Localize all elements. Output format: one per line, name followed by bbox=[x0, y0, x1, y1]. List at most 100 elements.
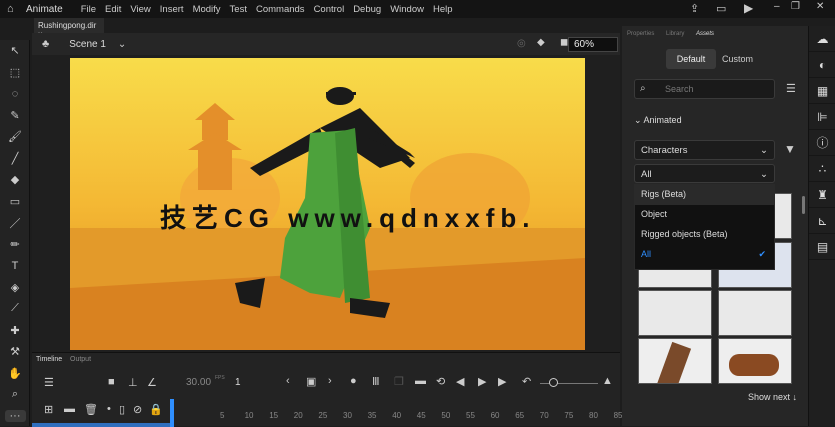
menu-file[interactable]: File bbox=[81, 4, 96, 15]
tab-output[interactable]: Output bbox=[70, 356, 91, 363]
asset-thumbnail[interactable] bbox=[718, 338, 792, 384]
ruler-tick-label: 55 bbox=[466, 411, 475, 420]
asset-thumbnail[interactable] bbox=[638, 338, 712, 384]
eyedropper-icon[interactable]: ⟋ bbox=[0, 298, 30, 320]
publish-icon[interactable]: ⇪ bbox=[690, 2, 699, 15]
frame-ruler[interactable]: 510152025303540455055606570758085 bbox=[174, 353, 620, 427]
delete-icon[interactable]: 🗑 bbox=[84, 403, 98, 416]
restore-button[interactable]: ❐ bbox=[791, 1, 800, 12]
pen-icon[interactable]: ✎ bbox=[0, 105, 30, 127]
paint-brush-icon[interactable]: ╱ bbox=[0, 148, 30, 170]
scrollbar[interactable] bbox=[802, 196, 805, 214]
dropdown-item-all[interactable]: All✔ bbox=[635, 245, 774, 265]
code-snippets-icon[interactable]: ▤ bbox=[809, 234, 835, 260]
search-placeholder: Search bbox=[665, 84, 694, 94]
minimize-button[interactable]: – bbox=[774, 1, 780, 12]
eraser-icon[interactable]: ◆ bbox=[0, 169, 30, 191]
dropdown-item-rigs[interactable]: Rigs (Beta) bbox=[635, 185, 774, 205]
scene-chevron-icon[interactable]: ⌄ bbox=[118, 39, 126, 50]
rectangle-icon[interactable]: ▭ bbox=[0, 191, 30, 213]
paint-bucket-icon[interactable]: ◈ bbox=[0, 277, 30, 299]
info-icon[interactable]: ⓘ bbox=[809, 130, 835, 156]
document-tab[interactable]: Rushingpong.dir × bbox=[34, 18, 104, 33]
motion-editor-icon[interactable]: ⊾ bbox=[809, 208, 835, 234]
filter-select[interactable]: All⌄ bbox=[634, 164, 775, 183]
section-label: Animated bbox=[644, 115, 682, 125]
app-name: Animate bbox=[26, 4, 63, 15]
search-input[interactable]: ⌕ Search bbox=[634, 79, 775, 99]
dropdown-item-object[interactable]: Object bbox=[635, 205, 774, 225]
tab-properties[interactable]: Properties bbox=[627, 31, 654, 37]
zoom-icon[interactable]: ⌕ bbox=[0, 384, 30, 406]
panel-layout-icon[interactable]: ▭ bbox=[716, 2, 726, 15]
menu-control[interactable]: Control bbox=[314, 4, 345, 15]
snap-icon[interactable]: ◎ bbox=[517, 38, 526, 49]
camera-icon[interactable]: ■ bbox=[108, 376, 115, 388]
line-icon[interactable]: ／ bbox=[0, 212, 30, 234]
transform-icon[interactable]: ♜ bbox=[809, 182, 835, 208]
menu-test[interactable]: Test bbox=[230, 4, 247, 15]
dropdown-item-rigged-objects[interactable]: Rigged objects (Beta) bbox=[635, 225, 774, 245]
assets-icon[interactable]: ☁ bbox=[809, 26, 835, 52]
menubar: ⌂ Animate File Edit View Insert Modify T… bbox=[0, 0, 835, 18]
pin-icon[interactable]: ✚ bbox=[0, 320, 30, 342]
stage-canvas[interactable]: 技艺CG www.qdnxxfb. bbox=[70, 58, 585, 350]
brush-icon[interactable]: 🖌 bbox=[0, 126, 30, 148]
pencil-icon[interactable]: ✏ bbox=[0, 234, 30, 256]
menu-help[interactable]: Help bbox=[433, 4, 453, 15]
home-icon[interactable]: ⌂ bbox=[7, 3, 14, 15]
menu-modify[interactable]: Modify bbox=[193, 4, 221, 15]
menu-insert[interactable]: Insert bbox=[160, 4, 184, 15]
list-view-icon[interactable]: ☰ bbox=[786, 82, 796, 95]
bone-icon[interactable]: ⚒ bbox=[0, 341, 30, 363]
menu-edit[interactable]: Edit bbox=[105, 4, 121, 15]
tab-library[interactable]: Library bbox=[666, 31, 684, 37]
asset-thumbnail[interactable] bbox=[718, 290, 792, 336]
motion-icon[interactable]: ∴ bbox=[809, 156, 835, 182]
dropdown-item-all-label: All bbox=[641, 249, 651, 259]
color-icon[interactable]: ◐ bbox=[809, 52, 835, 78]
animated-section[interactable]: ⌄ Animated bbox=[634, 115, 682, 126]
test-movie-icon[interactable]: ▶ bbox=[744, 1, 753, 15]
asset-thumbnail[interactable] bbox=[638, 290, 712, 336]
category-select[interactable]: Characters⌄ bbox=[634, 140, 775, 160]
layer-parenting-icon[interactable]: ⊥ bbox=[128, 376, 138, 389]
align-icon[interactable]: ⊫ bbox=[809, 104, 835, 130]
tab-timeline[interactable]: Timeline bbox=[36, 356, 62, 363]
layer-row[interactable] bbox=[32, 423, 170, 427]
graph-icon[interactable]: ∠ bbox=[147, 376, 157, 389]
more-tools-button[interactable]: ··· bbox=[0, 406, 30, 427]
close-button[interactable]: ✕ bbox=[816, 1, 824, 12]
default-toggle[interactable]: Default bbox=[666, 49, 716, 69]
menu-debug[interactable]: Debug bbox=[353, 4, 381, 15]
lock-icon[interactable]: 🔒 bbox=[149, 403, 163, 416]
outline-icon[interactable]: ▯ bbox=[119, 403, 125, 416]
tab-assets[interactable]: Assets bbox=[696, 31, 714, 37]
lasso-icon[interactable]: ◌ bbox=[0, 83, 30, 105]
visibility-icon[interactable]: ⊘ bbox=[133, 403, 142, 416]
new-layer-icon[interactable]: ⊞ bbox=[44, 403, 53, 416]
custom-toggle[interactable]: Custom bbox=[722, 54, 753, 64]
text-tool-icon[interactable]: T bbox=[0, 255, 30, 277]
menu-window[interactable]: Window bbox=[390, 4, 424, 15]
show-next-link[interactable]: Show next ↓ bbox=[748, 392, 797, 402]
ruler-tick-label: 30 bbox=[343, 411, 352, 420]
hand-icon[interactable]: ✋ bbox=[0, 363, 30, 385]
zoom-input[interactable]: 60% bbox=[568, 37, 618, 52]
document-tab-label: Rushingpong.dir bbox=[38, 21, 96, 30]
menu-commands[interactable]: Commands bbox=[256, 4, 305, 15]
swatches-icon[interactable]: ▦ bbox=[809, 78, 835, 104]
chevron-down-icon: ⌄ bbox=[760, 169, 768, 180]
folder-icon[interactable]: ▬ bbox=[64, 403, 75, 415]
selection-tool-icon[interactable]: ↖ bbox=[0, 40, 30, 62]
ruler-tick-label: 15 bbox=[269, 411, 278, 420]
filter-icon[interactable]: ▼ bbox=[784, 142, 796, 156]
menu-view[interactable]: View bbox=[130, 4, 150, 15]
scene-name[interactable]: Scene 1 bbox=[69, 39, 106, 50]
free-transform-icon[interactable]: ⬚ bbox=[0, 62, 30, 84]
ruler-tick-label: 40 bbox=[392, 411, 401, 420]
highlight-icon[interactable]: • bbox=[107, 403, 111, 415]
edit-symbols-icon[interactable]: ◆ bbox=[537, 37, 545, 48]
ruler-tick-label: 60 bbox=[491, 411, 500, 420]
layers-icon[interactable]: ☰ bbox=[44, 376, 54, 389]
